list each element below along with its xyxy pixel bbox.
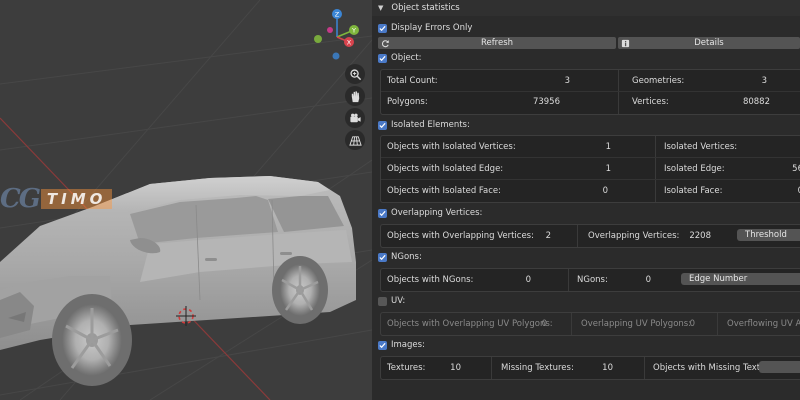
ngons-section-label: NGons: (391, 252, 422, 262)
objects-isolated-vertices-label: Objects with Isolated Vertices: (387, 142, 516, 152)
isolated-face-label: Isolated Face: (664, 186, 723, 196)
object-stats-box: Total Count: 3 Geometries: 3 Polygons: 7… (380, 69, 800, 115)
ortho-toggle-button[interactable] (345, 130, 365, 150)
action-button-bar: Refresh Details (378, 37, 800, 49)
objects-isolated-edge-value: 1 (605, 164, 611, 174)
z-axis-label: Z (335, 11, 340, 19)
geometries-value: 3 (761, 76, 767, 86)
missing-textures-button[interactable] (759, 361, 800, 373)
overlapping-stats-box: Objects with Overlapping Vertices: 2 Ove… (380, 224, 800, 248)
objects-isolated-face-value: 0 (602, 186, 608, 196)
missing-textures-value: 10 (602, 363, 613, 373)
objects-overlapping-uv-value: 0 (541, 319, 547, 329)
uv-checkbox[interactable]: UV: (378, 294, 405, 308)
geometries-label: Geometries: (632, 76, 685, 86)
watermark-logo: CG TIMO (0, 184, 113, 214)
textures-label: Textures: (387, 363, 426, 373)
isolated-stats-box: Objects with Isolated Vertices: 1 Isolat… (380, 135, 800, 203)
refresh-icon (381, 40, 389, 48)
overlapping-vertices-checkbox[interactable]: Overlapping Vertices: (378, 206, 482, 220)
overlapping-vertices-section-label: Overlapping Vertices: (391, 208, 483, 218)
3d-viewport[interactable]: CG TIMO Z Y X (0, 0, 372, 400)
polygons-value: 73956 (532, 97, 560, 107)
overlapping-uv-polygons-value: 0 (689, 319, 695, 329)
uv-stats-box: Objects with Overlapping UV Polygons: 0 … (380, 312, 800, 336)
objects-isolated-vertices-value: 1 (605, 142, 611, 152)
textures-value: 10 (450, 363, 461, 373)
objects-with-ngons-value: 0 (525, 275, 531, 285)
total-count-label: Total Count: (387, 76, 438, 86)
neg-x-axis-icon (327, 27, 333, 33)
overlapping-vertices-value: 2208 (689, 231, 711, 241)
isolated-edge-value: 56 (792, 164, 800, 174)
checkbox-checked-icon[interactable] (378, 23, 387, 33)
ngons-count-value: 0 (645, 275, 651, 285)
details-label: Details (694, 38, 724, 48)
checkbox-checked-icon[interactable] (378, 120, 387, 130)
details-button[interactable]: Details (618, 37, 800, 49)
objects-isolated-face-label: Objects with Isolated Face: (387, 186, 501, 196)
rear-wheel (272, 256, 328, 324)
info-icon (621, 39, 630, 47)
missing-textures-label: Missing Textures: (501, 363, 574, 373)
checkbox-unchecked-icon[interactable] (378, 296, 387, 306)
ngons-stats-box: Objects with NGons: 0 NGons: 0 Edge Numb… (380, 268, 800, 292)
vertices-label: Vertices: (632, 97, 669, 107)
checkbox-checked-icon[interactable] (378, 340, 387, 350)
watermark-text-timo: TIMO (46, 190, 107, 208)
collapse-chevron-icon[interactable]: ▼ (378, 4, 383, 12)
isolated-face-value: 0 (731, 181, 800, 201)
polygons-label: Polygons: (387, 97, 428, 107)
ngons-count-label: NGons: (577, 275, 608, 285)
images-checkbox[interactable]: Images: (378, 338, 425, 352)
front-wheel (52, 294, 132, 386)
watermark-text-cg: CG (0, 184, 41, 214)
object-statistics-panel: ▼ Object statistics Display Errors Only … (372, 0, 800, 400)
threshold-label: Threshold (745, 230, 787, 240)
pan-button[interactable] (345, 86, 365, 106)
objects-with-ngons-label: Objects with NGons: (387, 275, 474, 285)
x-axis-label: X (347, 39, 352, 47)
edge-number-label: Edge Number (689, 274, 748, 284)
isolated-elements-checkbox[interactable]: Isolated Elements: (378, 118, 470, 132)
zoom-icon (349, 68, 361, 80)
navigation-gizmo[interactable]: Z Y X (306, 6, 368, 68)
checkbox-checked-icon[interactable] (378, 208, 387, 218)
objects-isolated-edge-label: Objects with Isolated Edge: (387, 164, 504, 174)
refresh-label: Refresh (480, 38, 514, 48)
overlapping-vertices-label: Overlapping Vertices: (588, 231, 680, 241)
camera-icon (349, 113, 361, 122)
total-count-value: 3 (564, 76, 570, 86)
isolated-elements-label: Isolated Elements: (391, 120, 470, 130)
hand-pan-icon (351, 90, 359, 102)
panel-header[interactable]: ▼ Object statistics (372, 0, 800, 16)
vertices-value: 80882 (742, 97, 770, 107)
display-errors-only-label: Display Errors Only (391, 23, 473, 33)
object-section-label: Object: (391, 53, 422, 63)
edge-number-field[interactable]: Edge Number (681, 273, 800, 285)
panel-title: Object statistics (391, 3, 460, 13)
neg-z-axis-icon (332, 52, 340, 60)
threshold-field[interactable]: Threshold (737, 229, 800, 241)
images-stats-box: Textures: 10 Missing Textures: 10 Object… (380, 356, 800, 380)
object-checkbox[interactable]: Object: (378, 51, 422, 65)
isolated-vertices-value (731, 137, 800, 157)
y-axis-label: Y (351, 27, 356, 35)
checkbox-checked-icon[interactable] (378, 252, 387, 262)
refresh-button[interactable]: Refresh (378, 37, 616, 49)
overflowing-uv-area-label: Overflowing UV Area (727, 319, 800, 329)
camera-view-button[interactable] (345, 108, 365, 128)
neg-y-axis-icon (314, 35, 322, 43)
images-section-label: Images: (391, 340, 425, 350)
ngons-checkbox[interactable]: NGons: (378, 250, 422, 264)
isolated-vertices-label: Isolated Vertices: (664, 142, 738, 152)
isolated-edge-label: Isolated Edge: (664, 164, 725, 174)
grid-icon (348, 135, 362, 146)
zoom-button[interactable] (345, 64, 365, 84)
checkbox-checked-icon[interactable] (378, 53, 387, 63)
objects-overlapping-vertices-value: 2 (545, 231, 551, 241)
uv-section-label: UV: (391, 296, 406, 306)
display-errors-only-checkbox[interactable]: Display Errors Only (378, 21, 472, 35)
